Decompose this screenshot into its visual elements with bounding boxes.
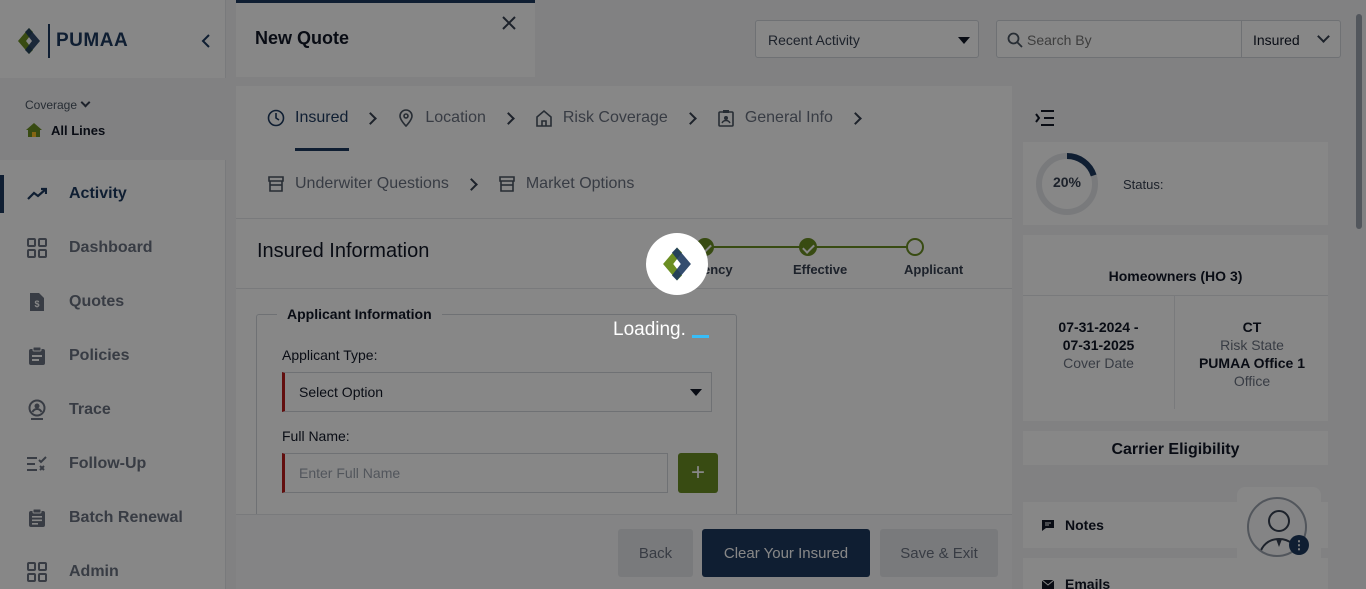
logo-mark-icon xyxy=(663,247,691,281)
loading-text: Loading. xyxy=(613,319,686,340)
loading-overlay: Loading. xyxy=(0,0,1366,589)
loading-progress-bar xyxy=(692,335,709,338)
loading-logo xyxy=(646,233,708,295)
